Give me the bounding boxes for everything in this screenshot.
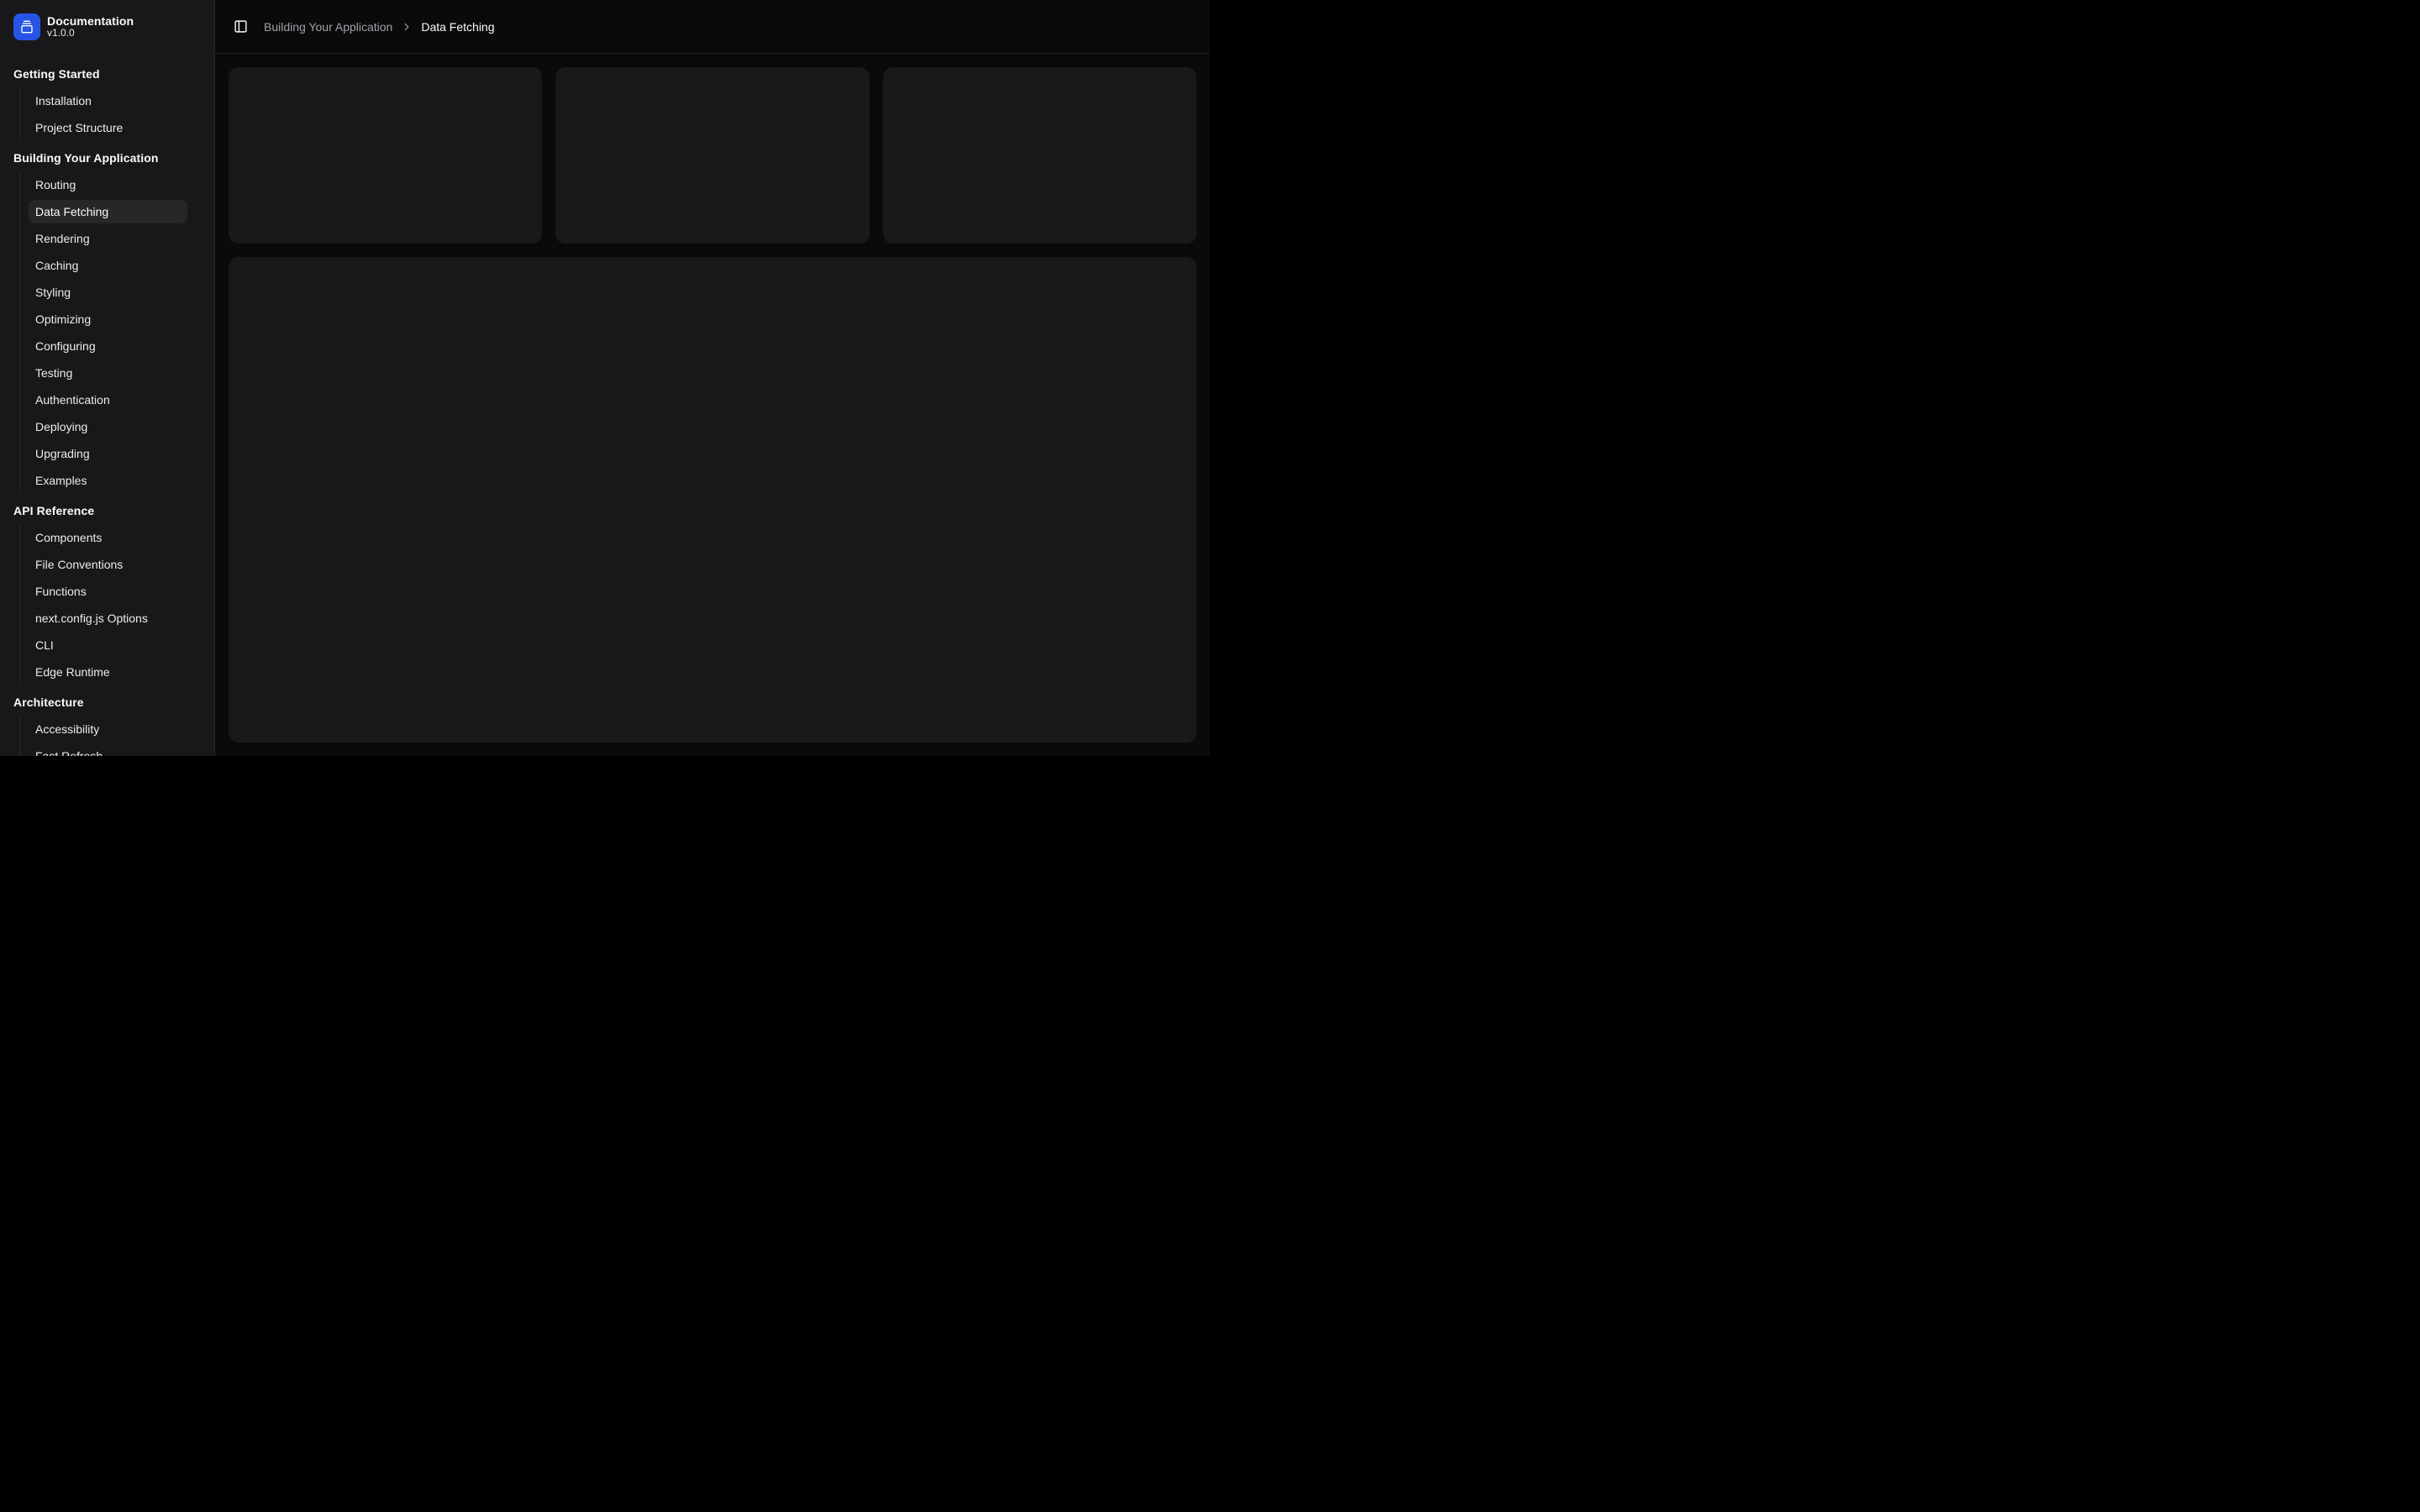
workspace-switcher[interactable]: Documentation v1.0.0 [7, 7, 208, 47]
breadcrumb: Building Your Application Data Fetching [264, 20, 495, 34]
sidebar-item-optimizing[interactable]: Optimizing [29, 307, 187, 331]
sidebar-item-rendering[interactable]: Rendering [29, 227, 187, 250]
page-content [215, 54, 1210, 756]
sidebar-item-examples[interactable]: Examples [29, 469, 187, 492]
sidebar-item-accessibility[interactable]: Accessibility [29, 717, 187, 741]
sidebar-item-data-fetching[interactable]: Data Fetching [29, 200, 187, 223]
sidebar-sub-list: Accessibility Fast Refresh [19, 716, 187, 756]
sidebar-group-label[interactable]: Getting Started [7, 60, 208, 87]
sidebar-item-components[interactable]: Components [29, 526, 187, 549]
sidebar-item-fast-refresh[interactable]: Fast Refresh [29, 744, 187, 756]
chevron-right-icon [401, 21, 413, 33]
topbar: Building Your Application Data Fetching [215, 0, 1210, 54]
sidebar-group-building-your-application: Building Your ApplicationRouting Data Fet… [7, 144, 208, 494]
app-title: Documentation [47, 14, 134, 28]
sidebar-item-next-config-js-options[interactable]: next.config.js Options [29, 606, 187, 630]
sidebar: Documentation v1.0.0 Getting StartedInst… [0, 0, 215, 756]
gallery-vertical-end-icon [13, 13, 40, 40]
sidebar-toggle-button[interactable] [229, 15, 252, 39]
sidebar-sub-list: Installation Project Structure [19, 87, 187, 141]
sidebar-nav: Getting StartedInstallation Project Struc… [0, 60, 214, 756]
sidebar-item-testing[interactable]: Testing [29, 361, 187, 385]
app-window: Documentation v1.0.0 Getting StartedInst… [0, 0, 1210, 756]
sidebar-sub-list: Components File Conventions Functions next.… [19, 524, 187, 685]
placeholder-card [555, 67, 869, 244]
sidebar-sub-list: Routing Data Fetching Rendering Caching Styl… [19, 171, 187, 494]
placeholder-card [229, 67, 542, 244]
sidebar-item-upgrading[interactable]: Upgrading [29, 442, 187, 465]
app-version: v1.0.0 [47, 28, 134, 39]
panel-left-icon [234, 19, 248, 34]
sidebar-item-installation[interactable]: Installation [29, 89, 187, 113]
breadcrumb-current: Data Fetching [421, 20, 494, 34]
sidebar-item-edge-runtime[interactable]: Edge Runtime [29, 660, 187, 684]
sidebar-item-deploying[interactable]: Deploying [29, 415, 187, 438]
app-titles: Documentation v1.0.0 [47, 14, 134, 39]
placeholder-panel [229, 257, 1197, 743]
breadcrumb-parent[interactable]: Building Your Application [264, 20, 392, 34]
sidebar-group-architecture: ArchitectureAccessibility Fast Refresh [7, 689, 208, 756]
sidebar-item-file-conventions[interactable]: File Conventions [29, 553, 187, 576]
placeholder-card [883, 67, 1197, 244]
sidebar-item-authentication[interactable]: Authentication [29, 388, 187, 412]
sidebar-item-routing[interactable]: Routing [29, 173, 187, 197]
sidebar-item-functions[interactable]: Functions [29, 580, 187, 603]
sidebar-item-project-structure[interactable]: Project Structure [29, 116, 187, 139]
sidebar-group-label[interactable]: Building Your Application [7, 144, 208, 171]
main-area: Building Your Application Data Fetching [215, 0, 1210, 756]
sidebar-group-label[interactable]: API Reference [7, 497, 208, 524]
sidebar-group-getting-started: Getting StartedInstallation Project Struc… [7, 60, 208, 141]
sidebar-group-label[interactable]: Architecture [7, 689, 208, 716]
sidebar-item-styling[interactable]: Styling [29, 281, 187, 304]
sidebar-item-configuring[interactable]: Configuring [29, 334, 187, 358]
sidebar-item-caching[interactable]: Caching [29, 254, 187, 277]
sidebar-group-api-reference: API ReferenceComponents File Conventions F… [7, 497, 208, 685]
sidebar-item-cli[interactable]: CLI [29, 633, 187, 657]
placeholder-card-grid [229, 67, 1197, 244]
